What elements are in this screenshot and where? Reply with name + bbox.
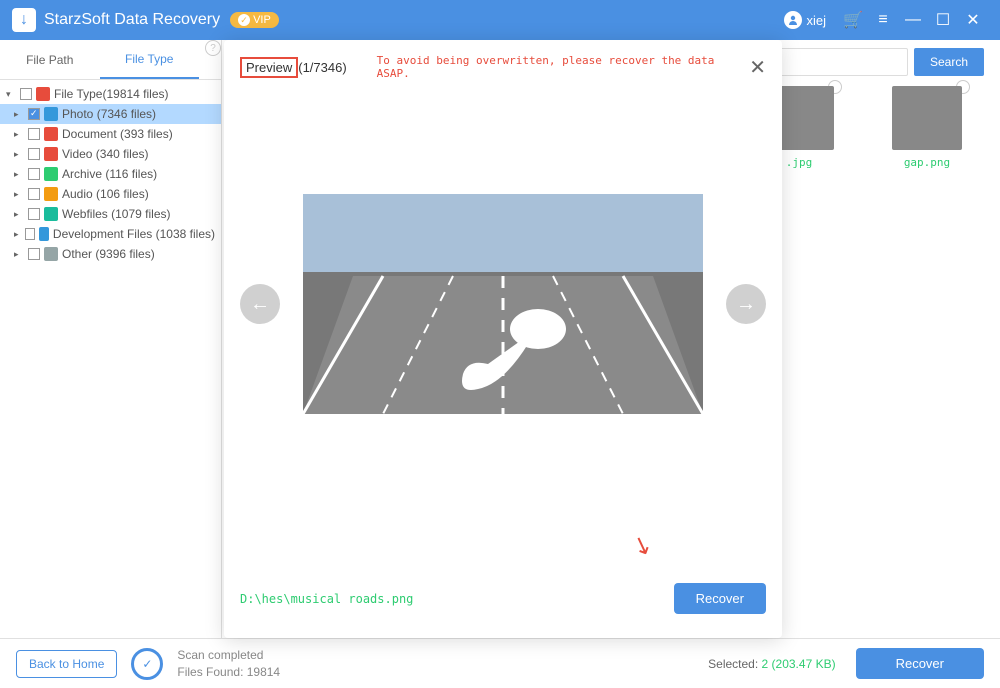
preview-counter: (1/7346) [298, 60, 346, 75]
tree-root-label: File Type(19814 files) [54, 87, 169, 101]
app-title: StarzSoft Data Recovery [44, 11, 220, 29]
tree-root[interactable]: ▾ File Type(19814 files) [0, 84, 221, 104]
close-window-icon[interactable]: ✕ [958, 5, 988, 35]
preview-image [303, 194, 703, 414]
footer: Back to Home ✓ Scan completed Files Foun… [0, 638, 1000, 688]
thumbnail[interactable]: gap.png [878, 86, 976, 169]
user-icon [784, 11, 802, 29]
selected-count: Selected: 2 (203.47 KB) [708, 657, 835, 671]
username: xiej [806, 13, 826, 28]
scan-status: Scan completed Files Found: 19814 [177, 647, 708, 681]
file-tree: ▾ File Type(19814 files) ▸Photo (7346 fi… [0, 80, 221, 638]
cart-icon[interactable]: 🛒 [838, 5, 868, 35]
tree-item[interactable]: ▸Other (9396 files) [0, 244, 221, 264]
file-path: D:\hes\musical roads.png [240, 592, 413, 606]
tree-item[interactable]: ▸Audio (106 files) [0, 184, 221, 204]
tree-item-label: Document (393 files) [62, 127, 173, 141]
preview-warning: To avoid being overwritten, please recov… [377, 54, 750, 80]
scan-complete-icon: ✓ [131, 648, 163, 680]
tree-item-label: Archive (116 files) [62, 167, 157, 181]
thumbnail-image [892, 86, 962, 150]
tree-item-label: Development Files (1038 files) [53, 227, 215, 241]
user-account[interactable]: xiej [784, 11, 826, 29]
vip-badge[interactable]: VIP [230, 12, 279, 28]
preview-title: Preview [240, 57, 298, 78]
minimize-icon[interactable]: — [898, 5, 928, 35]
sidebar: File Path File Type ? ▾ File Type(19814 … [0, 40, 222, 638]
menu-icon[interactable]: ≡ [868, 5, 898, 35]
tab-file-path[interactable]: File Path [0, 40, 100, 79]
maximize-icon[interactable]: ☐ [928, 5, 958, 35]
modal-recover-button[interactable]: Recover [674, 583, 766, 614]
search-button[interactable]: Search [914, 48, 984, 76]
tree-item-label: Other (9396 files) [62, 247, 155, 261]
tree-item-label: Video (340 files) [62, 147, 149, 161]
app-logo: ↓ [12, 8, 36, 32]
close-icon[interactable]: ✕ [749, 55, 766, 80]
tree-item[interactable]: ▸Document (393 files) [0, 124, 221, 144]
tree-item[interactable]: ▸Webfiles (1079 files) [0, 204, 221, 224]
help-icon[interactable]: ? [205, 40, 221, 56]
tab-file-type[interactable]: File Type [100, 40, 200, 79]
titlebar: ↓ StarzSoft Data Recovery VIP xiej 🛒 ≡ —… [0, 0, 1000, 40]
annotation-arrow-icon: ↘ [628, 528, 657, 562]
tree-item[interactable]: ▸Development Files (1038 files) [0, 224, 221, 244]
thumbnail-label: gap.png [878, 156, 976, 169]
tree-item[interactable]: ▸Video (340 files) [0, 144, 221, 164]
tree-item[interactable]: ▸Photo (7346 files) [0, 104, 221, 124]
next-button[interactable]: → [726, 284, 766, 324]
tree-item-label: Webfiles (1079 files) [62, 207, 171, 221]
tree-item-label: Photo (7346 files) [62, 107, 156, 121]
tree-item[interactable]: ▸Archive (116 files) [0, 164, 221, 184]
preview-modal: Preview (1/7346) To avoid being overwrit… [224, 40, 782, 638]
prev-button[interactable]: ← [240, 284, 280, 324]
recover-button[interactable]: Recover [856, 648, 984, 679]
back-to-home-button[interactable]: Back to Home [16, 650, 117, 678]
tree-item-label: Audio (106 files) [62, 187, 149, 201]
